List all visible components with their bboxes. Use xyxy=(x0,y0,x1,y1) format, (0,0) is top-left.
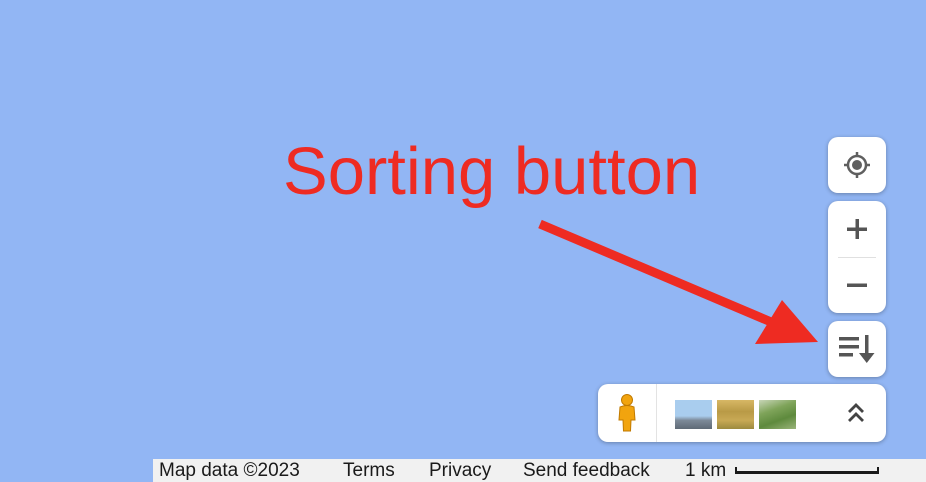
layer-thumbnail-1[interactable] xyxy=(675,400,712,429)
pegman-icon xyxy=(618,394,636,432)
map-footer: Map data ©2023 Terms Privacy Send feedba… xyxy=(153,459,926,482)
layer-thumbnail-3[interactable] xyxy=(759,400,796,429)
sort-button[interactable] xyxy=(828,321,886,377)
minus-icon xyxy=(847,283,867,287)
annotation-label: Sorting button xyxy=(283,134,701,209)
plus-icon xyxy=(847,219,867,239)
layer-thumbnail-2[interactable] xyxy=(717,400,754,429)
map-data-attribution: Map data ©2023 xyxy=(159,460,300,481)
send-feedback-link[interactable]: Send feedback xyxy=(523,460,650,482)
my-location-icon xyxy=(844,152,870,178)
sort-list-down-icon xyxy=(839,335,875,363)
terms-link[interactable]: Terms xyxy=(343,460,395,482)
layers-control xyxy=(598,384,886,442)
privacy-link[interactable]: Privacy xyxy=(429,460,491,482)
zoom-control xyxy=(828,201,886,313)
zoom-out-button[interactable] xyxy=(828,257,886,313)
zoom-in-button[interactable] xyxy=(828,201,886,257)
street-view-pegman[interactable] xyxy=(598,384,656,442)
scale-label[interactable]: 1 km xyxy=(685,460,726,482)
layers-divider xyxy=(656,384,657,442)
my-location-button[interactable] xyxy=(828,137,886,193)
double-chevron-up-icon xyxy=(848,403,864,422)
scale-bar[interactable] xyxy=(735,467,879,474)
expand-layers-button[interactable] xyxy=(834,384,878,442)
map-canvas[interactable]: Sorting button Map data ©2023 Terms Priv… xyxy=(0,0,926,482)
